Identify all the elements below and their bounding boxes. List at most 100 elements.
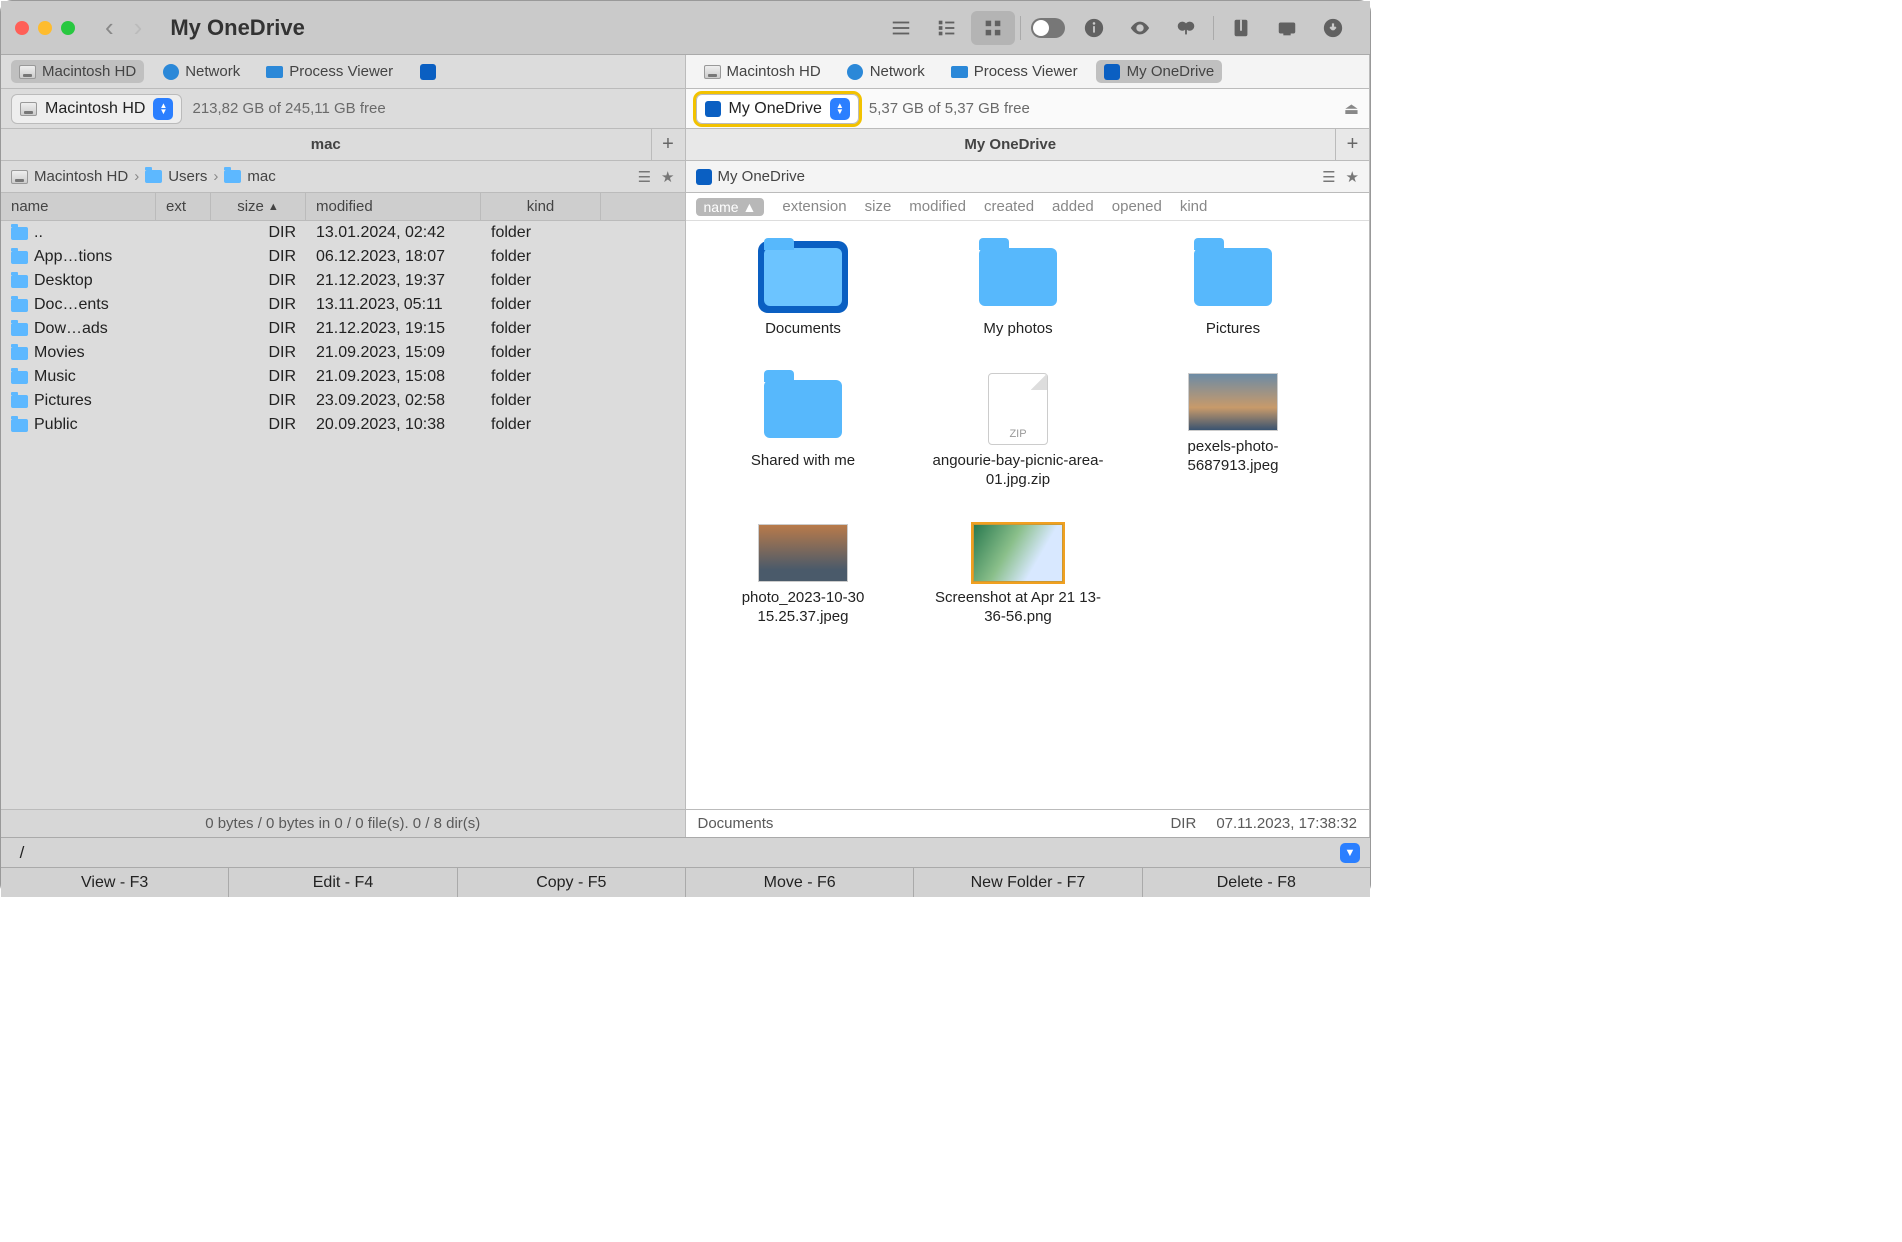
screenshot-thumbnail	[973, 524, 1063, 582]
fkey-newfolder[interactable]: New Folder - F7	[914, 868, 1142, 897]
table-row[interactable]: PublicDIR20.09.2023, 10:38folder	[1, 413, 685, 437]
crumb-1[interactable]: Users	[168, 168, 207, 185]
drive-dropdown[interactable]: My OneDrive ▲▼	[696, 94, 859, 124]
sort-size[interactable]: size	[865, 198, 892, 215]
disk-icon	[11, 170, 28, 184]
fkey-edit[interactable]: Edit - F4	[229, 868, 457, 897]
view-columns-icon[interactable]	[925, 11, 969, 45]
path-input[interactable]	[33, 844, 1340, 862]
archive-icon[interactable]	[1219, 11, 1263, 45]
item-label: Documents	[765, 319, 841, 339]
folder-icon	[11, 419, 28, 432]
table-row[interactable]: Dow…adsDIR21.12.2023, 19:15folder	[1, 317, 685, 341]
fav-process-viewer[interactable]: Process Viewer	[943, 60, 1086, 83]
drive-dropdown[interactable]: Macintosh HD ▲▼	[11, 94, 182, 124]
fav-macintosh-hd[interactable]: Macintosh HD	[696, 60, 829, 83]
folder-icon	[11, 275, 28, 288]
grid-item[interactable]: Pictures	[1146, 241, 1321, 339]
col-ext[interactable]: ext	[156, 193, 211, 220]
grid-item[interactable]: Shared with me	[716, 373, 891, 490]
table-row[interactable]: PicturesDIR23.09.2023, 02:58folder	[1, 389, 685, 413]
titlebar: ‹ › My OneDrive	[1, 1, 1370, 55]
fkey-bar: View - F3 Edit - F4 Copy - F5 Move - F6 …	[1, 867, 1370, 897]
table-row[interactable]: DesktopDIR21.12.2023, 19:37folder	[1, 269, 685, 293]
view-list-icon[interactable]	[879, 11, 923, 45]
hidden-toggle[interactable]	[1026, 11, 1070, 45]
window-title: My OneDrive	[170, 15, 305, 41]
crumb-0[interactable]: Macintosh HD	[34, 168, 128, 185]
folder-icon	[11, 227, 28, 240]
folder-icon	[11, 299, 28, 312]
sort-opened[interactable]: opened	[1112, 198, 1162, 215]
download-icon[interactable]	[1311, 11, 1355, 45]
grid-item[interactable]: My photos	[931, 241, 1106, 339]
minimize-button[interactable]	[38, 21, 52, 35]
fav-onedrive[interactable]	[411, 60, 444, 83]
folder-icon	[1188, 241, 1278, 313]
right-icon-view[interactable]: Documents My photos Pictures Shared with me…	[686, 221, 1370, 809]
path-history-dropdown[interactable]: ▼	[1340, 843, 1360, 863]
preview-icon[interactable]	[1118, 11, 1162, 45]
left-file-list[interactable]: ..DIR13.01.2024, 02:42folderApp…tionsDIR…	[1, 221, 685, 809]
fav-macintosh-hd[interactable]: Macintosh HD	[11, 60, 144, 83]
table-row[interactable]: Doc…entsDIR13.11.2023, 05:11folder	[1, 293, 685, 317]
image-thumbnail	[758, 524, 848, 582]
sort-modified[interactable]: modified	[909, 198, 966, 215]
info-icon[interactable]	[1072, 11, 1116, 45]
crumb-0[interactable]: My OneDrive	[718, 168, 806, 185]
table-row[interactable]: MoviesDIR21.09.2023, 15:09folder	[1, 341, 685, 365]
sort-created[interactable]: created	[984, 198, 1034, 215]
eject-icon[interactable]	[1265, 11, 1309, 45]
view-mode-group	[878, 11, 1016, 45]
left-tab[interactable]: mac	[1, 136, 651, 153]
sort-name[interactable]: name ▲	[696, 198, 765, 216]
col-size[interactable]: size▲	[211, 193, 306, 220]
status-name: Documents	[698, 815, 774, 832]
sort-added[interactable]: added	[1052, 198, 1094, 215]
folder-icon	[11, 371, 28, 384]
star-icon[interactable]: ★	[1346, 168, 1359, 186]
table-row[interactable]: App…tionsDIR06.12.2023, 18:07folder	[1, 245, 685, 269]
grid-item[interactable]: Documents	[716, 241, 891, 339]
path-bar: / ▼	[1, 837, 1370, 867]
grid-item[interactable]: photo_2023-10-30 15.25.37.jpeg	[716, 524, 891, 627]
fav-network[interactable]: Network	[154, 60, 248, 83]
left-breadcrumbs: Macintosh HD› Users› mac ☰ ★	[1, 161, 685, 193]
zoom-button[interactable]	[61, 21, 75, 35]
close-button[interactable]	[15, 21, 29, 35]
add-tab-button[interactable]: +	[1335, 129, 1369, 160]
crumb-2[interactable]: mac	[247, 168, 275, 185]
fkey-delete[interactable]: Delete - F8	[1143, 868, 1370, 897]
item-label: angourie-bay-picnic-area-01.jpg.zip	[931, 451, 1106, 490]
col-name[interactable]: name	[1, 193, 156, 220]
fav-onedrive[interactable]: My OneDrive	[1096, 60, 1223, 83]
star-icon[interactable]: ★	[661, 168, 674, 186]
list-mode-icon[interactable]: ☰	[1322, 168, 1335, 186]
forward-button[interactable]: ›	[134, 12, 143, 43]
sort-extension[interactable]: extension	[782, 198, 846, 215]
grid-item[interactable]: pexels-photo-5687913.jpeg	[1146, 373, 1321, 490]
disk-icon	[19, 65, 36, 79]
grid-item[interactable]: Screenshot at Apr 21 13-36-56.png	[931, 524, 1106, 627]
table-row[interactable]: ..DIR13.01.2024, 02:42folder	[1, 221, 685, 245]
fkey-move[interactable]: Move - F6	[686, 868, 914, 897]
fkey-view[interactable]: View - F3	[1, 868, 229, 897]
globe-icon	[163, 64, 179, 80]
right-tab[interactable]: My OneDrive	[686, 136, 1336, 153]
folder-icon	[973, 241, 1063, 313]
eject-icon[interactable]: ⏏	[1344, 99, 1359, 119]
onedrive-icon	[420, 64, 436, 80]
fav-process-viewer[interactable]: Process Viewer	[258, 60, 401, 83]
table-row[interactable]: MusicDIR21.09.2023, 15:08folder	[1, 365, 685, 389]
col-modified[interactable]: modified	[306, 193, 481, 220]
grid-item[interactable]: angourie-bay-picnic-area-01.jpg.zip	[931, 373, 1106, 490]
add-tab-button[interactable]: +	[651, 129, 685, 160]
col-kind[interactable]: kind	[481, 193, 601, 220]
fkey-copy[interactable]: Copy - F5	[458, 868, 686, 897]
list-mode-icon[interactable]: ☰	[638, 168, 651, 186]
fav-network[interactable]: Network	[839, 60, 933, 83]
sort-kind[interactable]: kind	[1180, 198, 1208, 215]
back-button[interactable]: ‹	[105, 12, 114, 43]
view-icons-icon[interactable]	[971, 11, 1015, 45]
search-icon[interactable]	[1164, 11, 1208, 45]
